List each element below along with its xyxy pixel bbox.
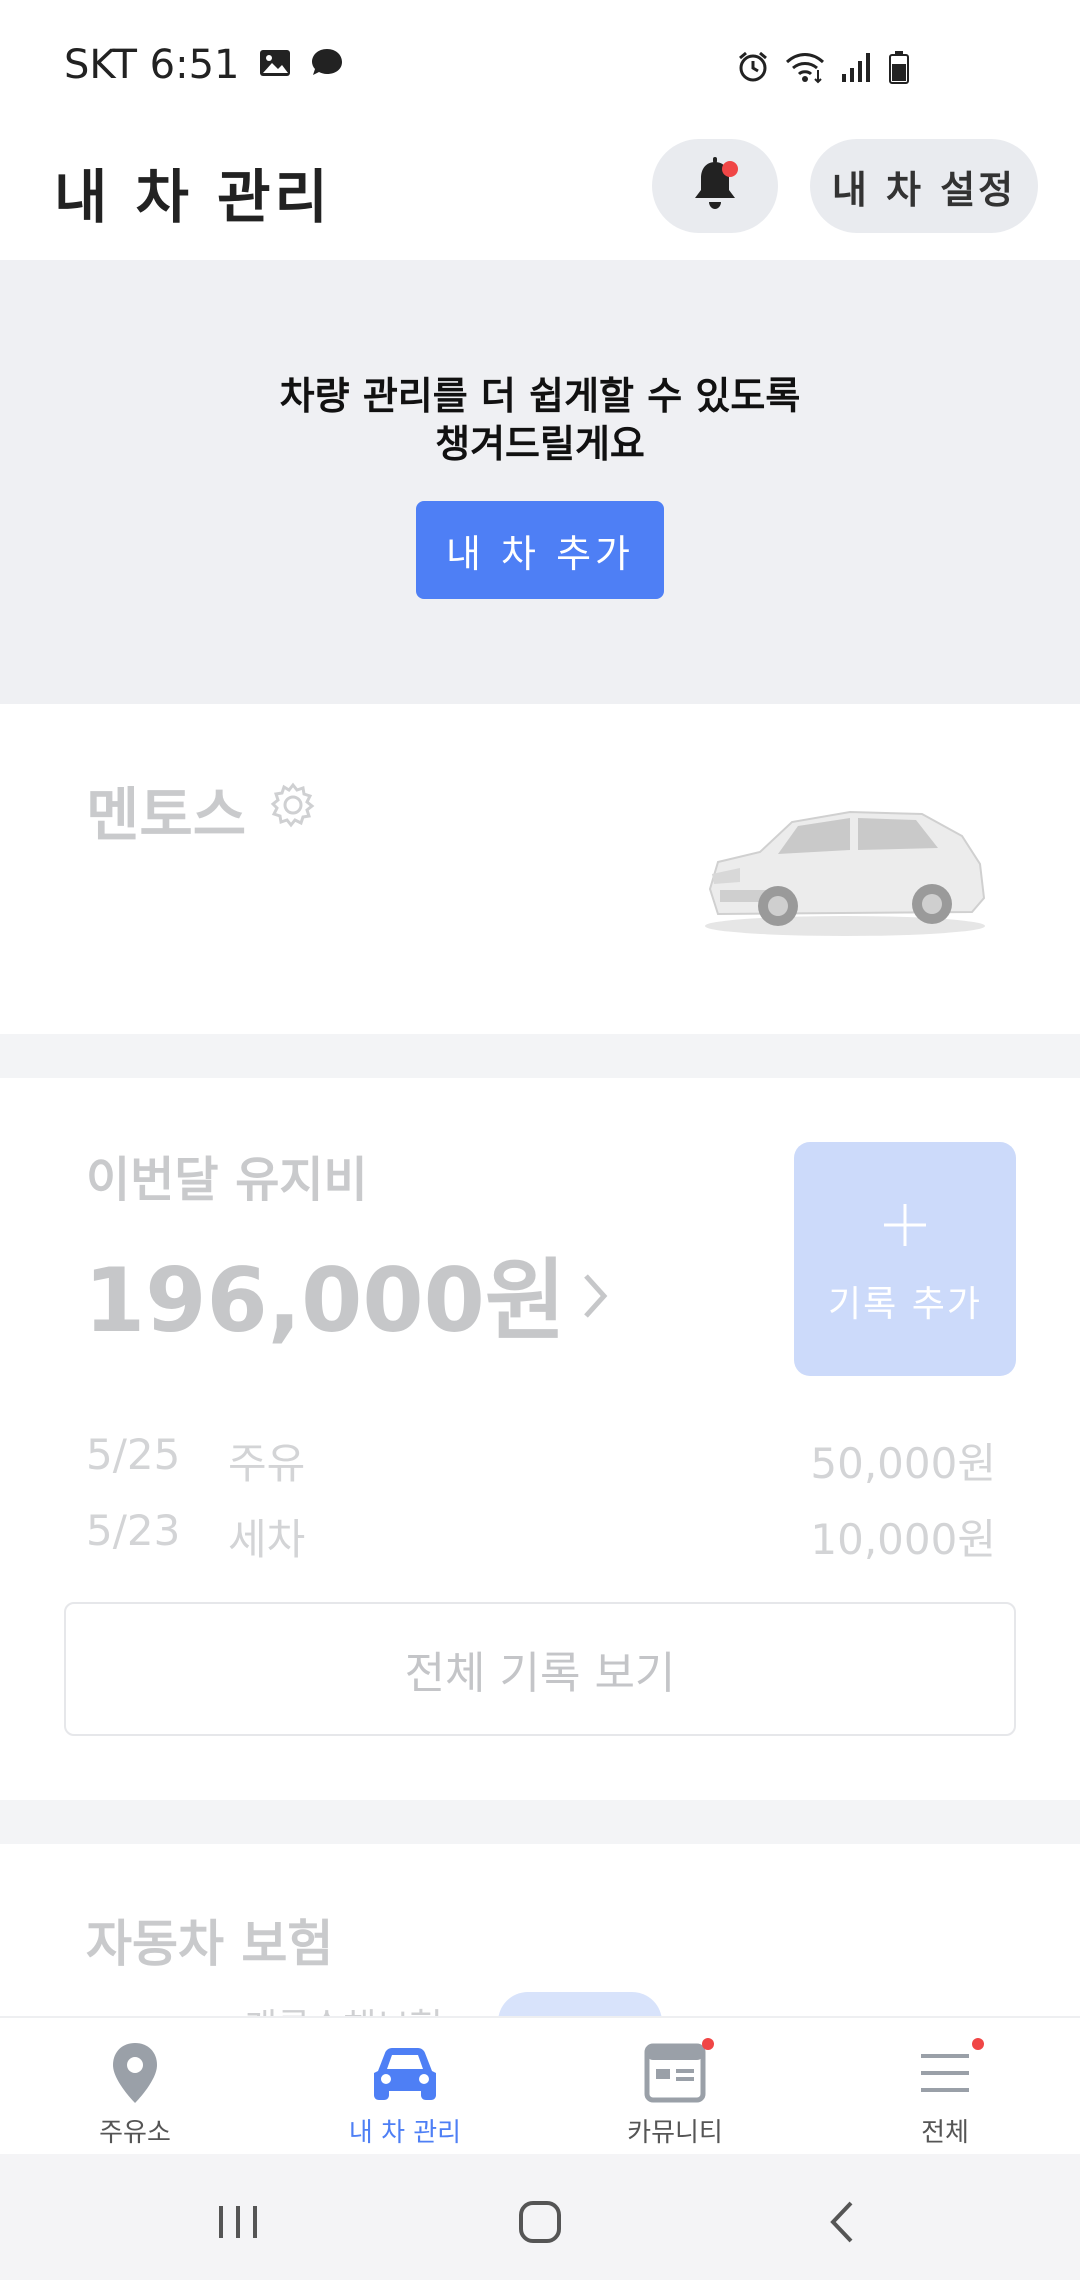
- section-divider: [0, 1800, 1080, 1844]
- section-divider: [0, 1034, 1080, 1078]
- plus-icon: [880, 1191, 930, 1261]
- add-record-button[interactable]: 기록 추가: [794, 1142, 1016, 1376]
- recent-apps-button[interactable]: [198, 2182, 278, 2262]
- monthly-cost-card: 이번달 유지비 196,000원 기록 추가 5/25 주유 50,000원 5…: [0, 1078, 1080, 1800]
- alarm-icon: [736, 50, 770, 88]
- add-record-label: 기록 추가: [828, 1284, 982, 1325]
- nav-item-gas-station[interactable]: 주유소: [0, 2018, 270, 2156]
- insurance-subtitle: 캐롯손해보험: [244, 1998, 443, 2016]
- chat-bubble-icon: [310, 42, 344, 88]
- signal-icon: [840, 50, 874, 88]
- insurance-title: 자동차 보험: [86, 1915, 334, 1973]
- community-board-icon: [640, 2038, 714, 2108]
- status-right: [736, 50, 910, 88]
- monthly-cost-amount[interactable]: 196,000원: [84, 1230, 610, 1357]
- add-car-button[interactable]: 내 차 추가: [416, 501, 664, 599]
- car-card[interactable]: 멘토스: [0, 704, 1080, 1034]
- wifi-icon: [784, 50, 826, 88]
- new-badge-dot: [702, 2038, 714, 2050]
- nav-item-community[interactable]: 카뮤니티: [540, 2018, 810, 2156]
- insurance-badge[interactable]: [498, 1992, 662, 2016]
- insurance-card: 자동차 보험 캐롯손해보험: [0, 1844, 1080, 2016]
- promo-line-1: 차량 관리를 더 쉽게할 수 있도록: [279, 374, 801, 418]
- gear-icon[interactable]: [268, 780, 318, 830]
- monthly-cost-title: 이번달 유지비: [86, 1152, 368, 1208]
- app-header: 내 차 관리 내 차 설정: [0, 130, 1080, 260]
- promo-text: 차량 관리를 더 쉽게할 수 있도록 챙겨드릴게요: [0, 372, 1080, 468]
- system-nav-bar: [0, 2154, 1080, 2280]
- battery-icon: [888, 50, 910, 88]
- view-all-records-button[interactable]: 전체 기록 보기: [64, 1602, 1016, 1736]
- record-date: 5/23: [86, 1506, 181, 1555]
- status-bar: SKT 6:51: [0, 0, 1080, 130]
- promo-banner: 차량 관리를 더 쉽게할 수 있도록 챙겨드릴게요 내 차 추가: [0, 260, 1080, 704]
- nav-item-my-car[interactable]: 내 차 관리: [270, 2018, 540, 2156]
- page-title: 내 차 관리: [54, 163, 332, 231]
- nav-label: 내 차 관리: [348, 2118, 462, 2148]
- nav-label: 주유소: [99, 2118, 171, 2148]
- status-left: SKT 6:51: [64, 42, 344, 88]
- car-name: 멘토스: [86, 781, 247, 849]
- nav-item-all[interactable]: 전체: [810, 2018, 1080, 2156]
- bottom-nav: 주유소 내 차 관리 카뮤니티 전체: [0, 2016, 1080, 2154]
- record-type: 주유: [228, 1439, 306, 1488]
- car-settings-button[interactable]: 내 차 설정: [810, 139, 1038, 233]
- car-icon: [370, 2038, 440, 2108]
- carrier-time: SKT 6:51: [64, 42, 240, 88]
- home-button[interactable]: [500, 2182, 580, 2262]
- back-button[interactable]: [802, 2182, 882, 2262]
- record-type: 세차: [228, 1515, 306, 1564]
- car-image: [700, 794, 990, 944]
- record-amount: 50,000원: [810, 1439, 996, 1488]
- nav-label: 전체: [921, 2118, 969, 2148]
- notification-button[interactable]: [652, 139, 778, 233]
- record-date: 5/25: [86, 1430, 181, 1479]
- record-row[interactable]: 5/25 주유 50,000원: [86, 1430, 996, 1490]
- new-badge-dot: [972, 2038, 984, 2050]
- location-pin-icon: [100, 2038, 170, 2108]
- notification-dot: [722, 161, 738, 177]
- promo-line-2: 챙겨드릴게요: [435, 422, 645, 466]
- cost-amount-text: 196,000원: [84, 1249, 566, 1352]
- menu-icon: [910, 2038, 984, 2108]
- chevron-right-icon: [580, 1242, 610, 1345]
- gallery-icon: [258, 42, 292, 88]
- nav-label: 카뮤니티: [627, 2118, 723, 2148]
- record-row[interactable]: 5/23 세차 10,000원: [86, 1506, 996, 1566]
- record-amount: 10,000원: [810, 1515, 996, 1564]
